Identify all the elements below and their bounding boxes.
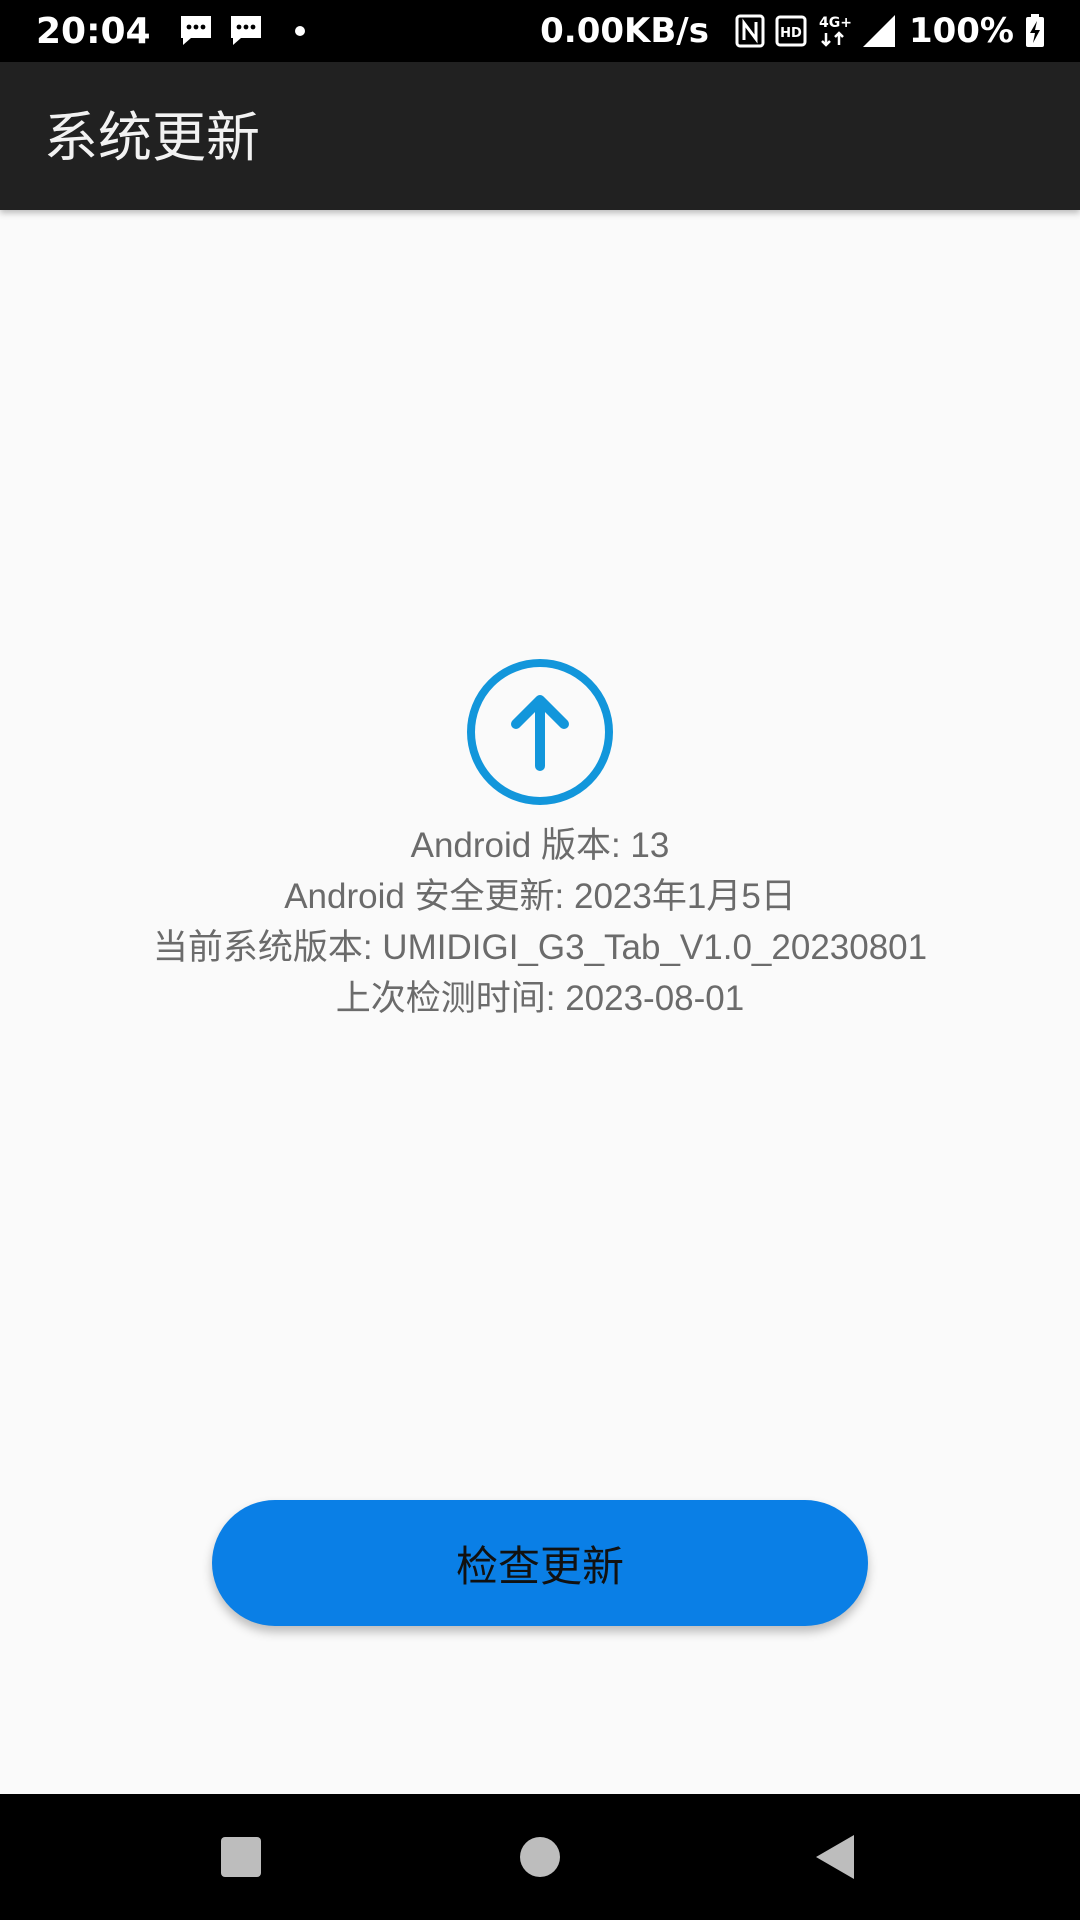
message-icon [180, 16, 211, 45]
arrow-up-circle-icon [467, 659, 613, 805]
recent-apps-button[interactable] [181, 1794, 301, 1920]
system-version-text: 当前系统版本: UMIDIGI_G3_Tab_V1.0_20230801 [152, 928, 928, 967]
status-time: 20:04 [36, 10, 151, 52]
status-bar: 20:04 0.00KB/s HD 4G+ 100% [0, 0, 1080, 62]
4g-icon: 4G+ [819, 15, 851, 47]
network-speed: 0.00KB/s [540, 11, 709, 51]
version-info: Android 版本: 13 Android 安全更新: 2023年1月5日 当… [0, 820, 1080, 1024]
svg-text:HD: HD [780, 26, 802, 41]
back-button[interactable] [776, 1794, 896, 1920]
hd-icon: HD [775, 15, 807, 47]
app-bar: 系统更新 [0, 62, 1080, 210]
battery-charging-icon [1026, 14, 1044, 47]
android-version-text: Android 版本: 13 [410, 826, 670, 865]
svg-text:4G+: 4G+ [819, 15, 851, 31]
navigation-bar [0, 1794, 1080, 1920]
last-check-time-text: 上次检测时间: 2023-08-01 [335, 979, 745, 1018]
message-icon [230, 16, 261, 45]
security-update-text: Android 安全更新: 2023年1月5日 [284, 877, 796, 916]
signal-icon [862, 15, 895, 47]
battery-percentage: 100% [908, 11, 1014, 51]
notification-dot-icon [294, 26, 305, 36]
check-update-button[interactable]: 检查更新 [212, 1500, 868, 1626]
home-button[interactable] [480, 1794, 600, 1920]
nfc-icon [735, 14, 765, 48]
system-update-content: Android 版本: 13 Android 安全更新: 2023年1月5日 当… [0, 210, 1080, 1794]
page-title: 系统更新 [44, 108, 260, 168]
